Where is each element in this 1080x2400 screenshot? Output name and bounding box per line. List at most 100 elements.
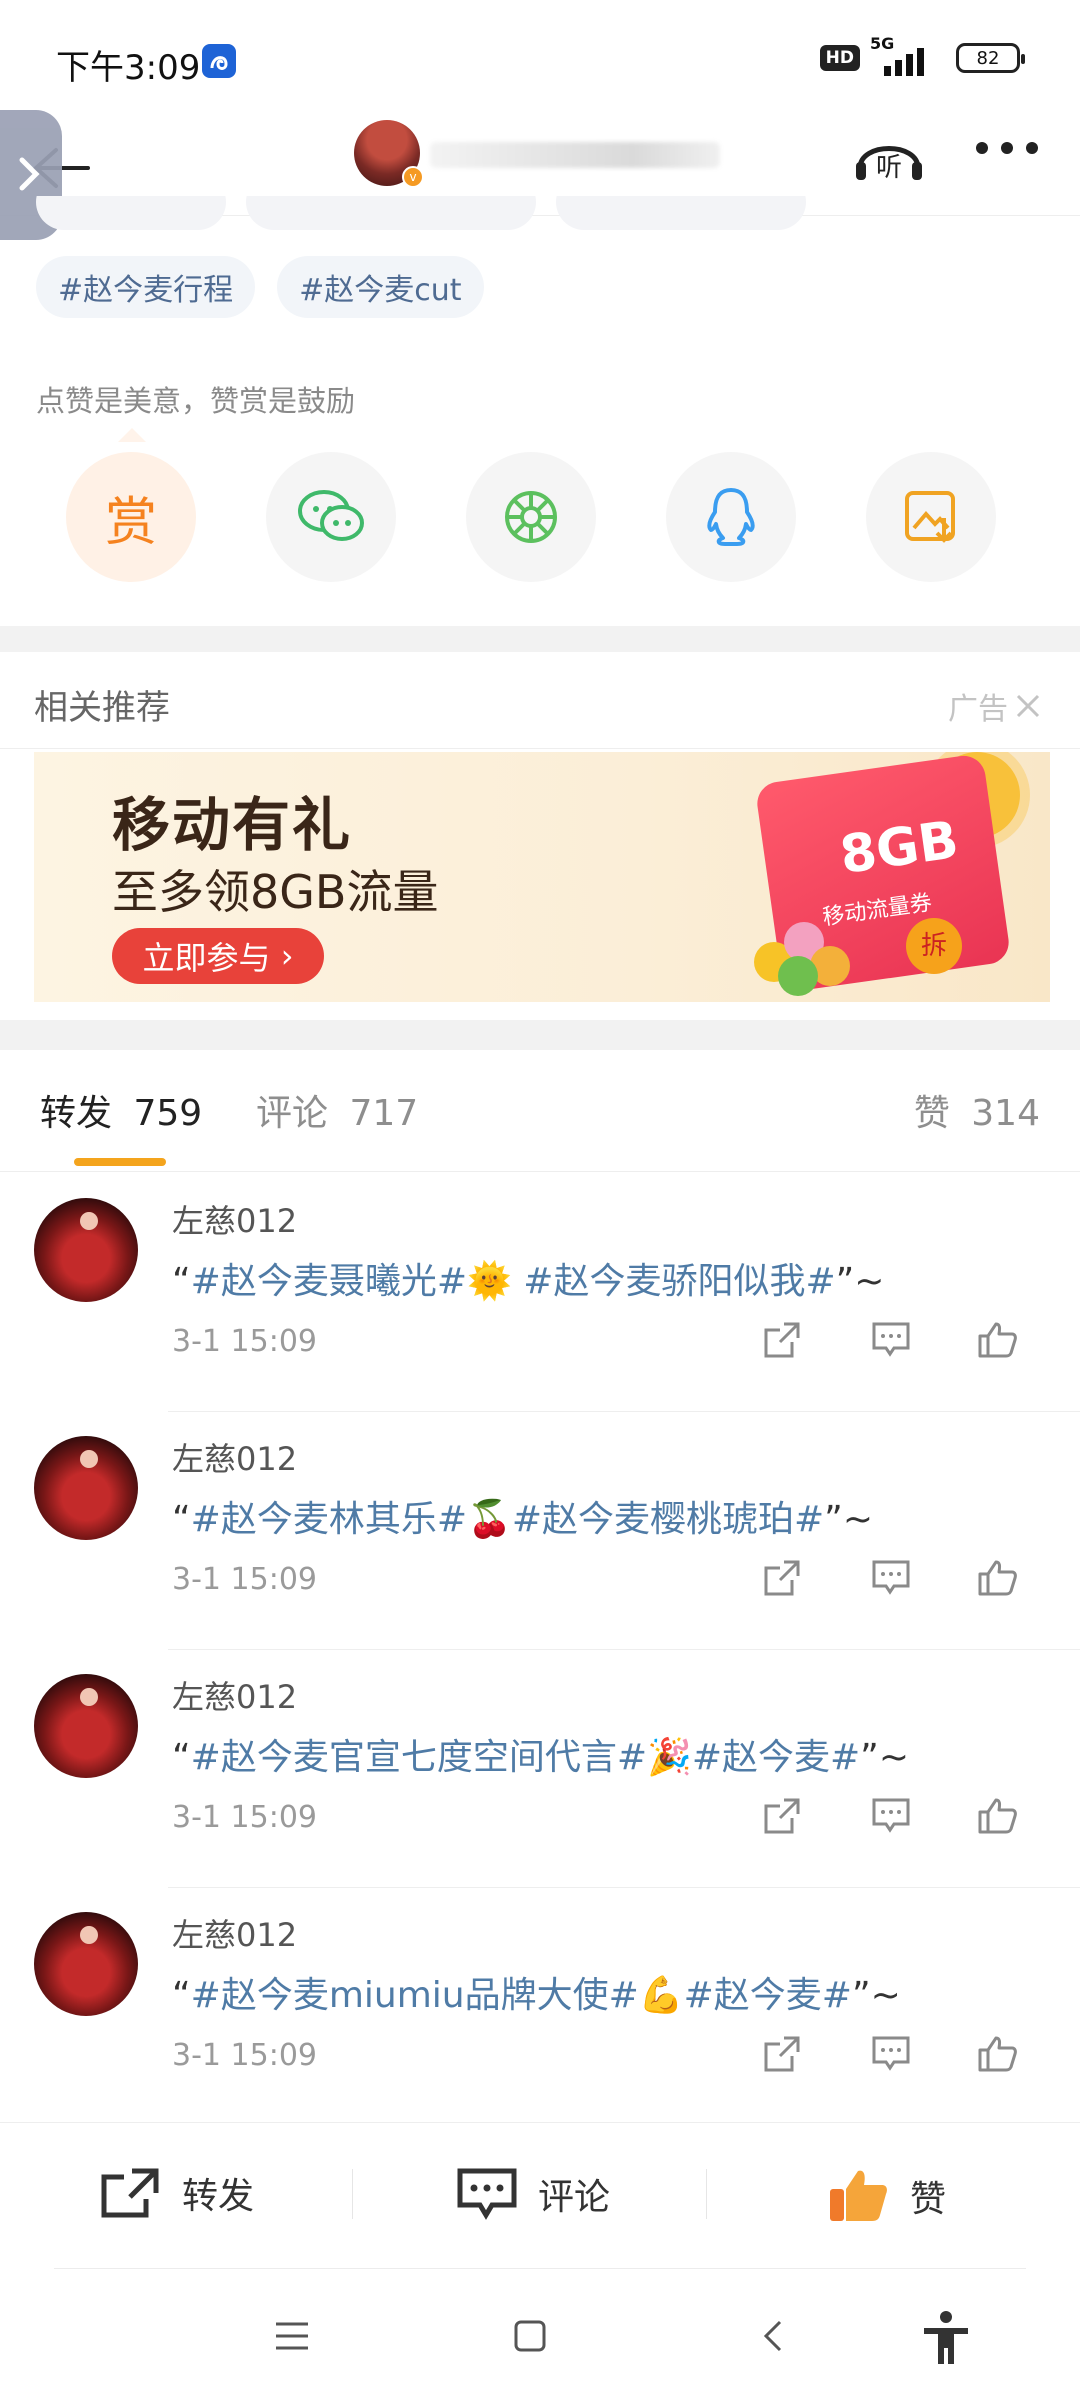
repost-content: “#赵今麦聂曦光#🌞 #赵今麦骄阳似我#”~ (172, 1261, 885, 1302)
close-icon (1016, 694, 1040, 718)
topic-link[interactable]: #赵今麦# (692, 1737, 860, 1778)
comment-icon (872, 1560, 910, 1595)
listen-button[interactable]: 听 (854, 128, 924, 188)
item-repost-button[interactable] (762, 1796, 802, 1840)
banner-headline: 移动有礼 (112, 791, 353, 859)
banner-join-button[interactable]: 立即参与 › (112, 928, 324, 984)
menu-nav-button[interactable] (274, 2318, 310, 2358)
system-nav-bar (0, 2280, 1080, 2400)
comment-icon (872, 2036, 910, 2071)
tag-row: #赵今麦行程 #赵今麦cut (36, 256, 484, 318)
accessibility-button[interactable] (920, 2310, 972, 2370)
topic-link[interactable]: #赵今麦# (684, 1975, 852, 2016)
item-repost-button[interactable] (762, 2034, 802, 2078)
list-item[interactable]: 左慈012 “#赵今麦聂曦光#🌞 #赵今麦骄阳似我#”~ 3-1 15:09 (0, 1174, 1080, 1412)
item-repost-button[interactable] (762, 1558, 802, 1602)
tab-comment-count: 717 (349, 1093, 419, 1134)
list-item[interactable]: 左慈012 “#赵今麦林其乐#🍒#赵今麦樱桃琥珀#”~ 3-1 15:09 (0, 1412, 1080, 1650)
item-repost-button[interactable] (762, 1320, 802, 1364)
thumbs-up-icon (978, 1560, 1017, 1596)
repost-username[interactable]: 左慈012 (172, 1434, 297, 1480)
avatar[interactable] (34, 1674, 138, 1778)
list-item[interactable]: 左慈012 “#赵今麦官宣七度空间代言#🎉#赵今麦#”~ 3-1 15:09 (0, 1650, 1080, 1888)
repost-time: 3-1 15:09 (172, 1800, 317, 1835)
like-label: 赞 (910, 2179, 947, 2220)
item-like-button[interactable] (976, 1320, 1018, 1364)
status-time: 下午3:09 (56, 48, 201, 88)
comment-button[interactable]: 评论 (456, 2167, 610, 2221)
item-comment-button[interactable] (870, 2034, 912, 2078)
thumbs-up-filled-icon (830, 2170, 887, 2221)
back-chevron-icon (763, 2320, 782, 2352)
repost-username[interactable]: 左慈012 (172, 1910, 297, 1956)
share-icon (101, 2168, 159, 2218)
recommend-title: 相关推荐 (34, 688, 170, 728)
list-item[interactable]: 左慈012 “#赵今麦miumiu品牌大使#💪#赵今麦#”~ 3-1 15:09 (0, 1888, 1080, 2126)
divider (54, 2268, 1026, 2269)
tab-like[interactable]: 赞 314 (914, 1084, 1040, 1136)
divider (706, 2169, 707, 2219)
repost-label: 转发 (182, 2176, 255, 2217)
thumbs-up-icon (978, 1322, 1017, 1358)
save-image-icon (905, 491, 955, 543)
item-comment-button[interactable] (870, 1796, 912, 1840)
share-moments-button[interactable] (466, 452, 596, 582)
item-comment-button[interactable] (870, 1558, 912, 1602)
verified-badge: v (402, 166, 424, 188)
share-qq-button[interactable] (666, 452, 796, 582)
tag-row-clipped (36, 196, 836, 230)
ad-divider (0, 748, 1080, 749)
ad-banner[interactable]: 移动有礼 至多领8GB流量 立即参与 › 8GB 移动流量券 拆 (34, 752, 1050, 1002)
repost-username[interactable]: 左慈012 (172, 1196, 297, 1242)
tab-comment[interactable]: 评论 717 (256, 1084, 418, 1136)
reward-button[interactable]: 赏 (66, 452, 196, 582)
topic-link[interactable]: #赵今麦骄阳似我# (523, 1261, 835, 1302)
topic-link[interactable]: #赵今麦樱桃琥珀# (512, 1499, 824, 1540)
comment-icon (872, 1798, 910, 1833)
repost-button[interactable]: 转发 (100, 2167, 254, 2219)
share-wechat-button[interactable] (266, 452, 396, 582)
tag-item[interactable]: #赵今麦cut (277, 256, 484, 318)
topic-link[interactable]: #赵今麦miumiu品牌大使# (191, 1975, 639, 2016)
item-like-button[interactable] (976, 1558, 1018, 1602)
active-tab-indicator (74, 1158, 166, 1166)
topic-link[interactable]: #赵今麦官宣七度空间代言# (191, 1737, 647, 1778)
interaction-tabs: 转发 759 评论 717 赞 314 (0, 1050, 1080, 1172)
tab-repost[interactable]: 转发 759 (40, 1084, 202, 1136)
author-avatar[interactable]: v (354, 120, 424, 188)
open-badge: 拆 (906, 918, 962, 974)
headphones-icon: 听 (856, 146, 922, 183)
avatar[interactable] (34, 1436, 138, 1540)
item-comment-button[interactable] (870, 1320, 912, 1364)
avatar[interactable] (34, 1912, 138, 2016)
home-nav-button[interactable] (512, 2318, 548, 2358)
save-image-button[interactable] (866, 452, 996, 582)
repost-content: “#赵今麦林其乐#🍒#赵今麦樱桃琥珀#”~ (172, 1499, 873, 1540)
repost-username[interactable]: 左慈012 (172, 1672, 297, 1718)
like-button[interactable]: 赞 (828, 2167, 946, 2225)
chevron-right-icon (19, 157, 40, 191)
moments-icon (505, 491, 557, 543)
emoji: 🎉 (647, 1737, 692, 1778)
back-nav-button[interactable] (756, 2318, 792, 2358)
avatar[interactable] (34, 1198, 138, 1302)
section-separator (0, 626, 1080, 652)
tab-comment-label: 评论 (256, 1093, 329, 1134)
tab-repost-label: 转发 (40, 1093, 113, 1134)
more-dots-icon (976, 142, 1038, 154)
more-button[interactable] (972, 138, 1042, 162)
tag-item[interactable]: #赵今麦行程 (36, 256, 256, 318)
battery-level: 82 (976, 47, 1000, 69)
banner-join-label: 立即参与 (142, 939, 271, 977)
topic-link[interactable]: #赵今麦聂曦光# (191, 1261, 467, 1302)
menu-icon (276, 2322, 308, 2350)
comment-icon (457, 2168, 517, 2220)
topic-link[interactable]: #赵今麦林其乐# (191, 1499, 467, 1540)
reward-icon: 赏 (104, 492, 157, 553)
thumbs-up-icon (978, 2036, 1017, 2072)
emoji: 🍒 (467, 1499, 512, 1540)
signal-icon: 5G (870, 34, 946, 78)
item-like-button[interactable] (976, 2034, 1018, 2078)
ad-close-button[interactable]: 广告 (948, 684, 1042, 728)
item-like-button[interactable] (976, 1796, 1018, 1840)
